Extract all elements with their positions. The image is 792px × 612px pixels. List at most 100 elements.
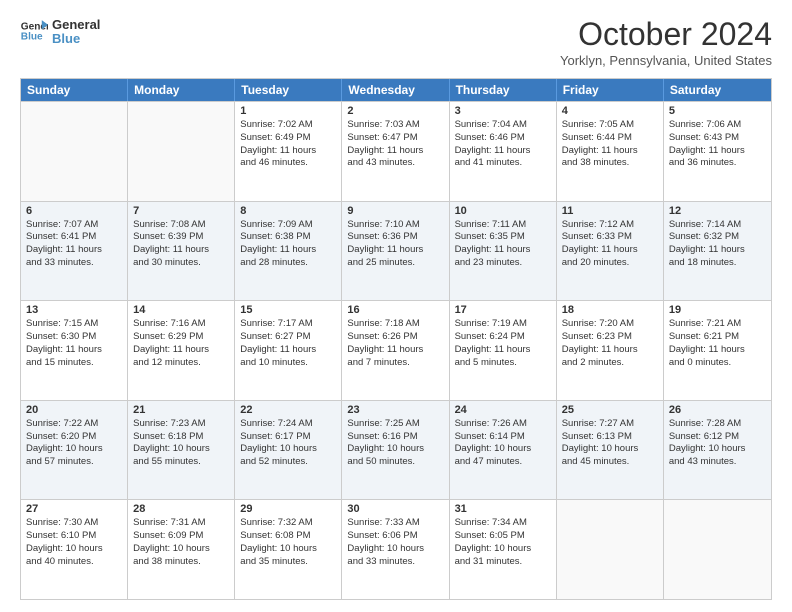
day-number: 11	[562, 205, 658, 217]
cal-cell-r4c2: 29Sunrise: 7:32 AMSunset: 6:08 PMDayligh…	[235, 500, 342, 599]
day-number: 24	[455, 404, 551, 416]
day-number: 3	[455, 105, 551, 117]
calendar-header: SundayMondayTuesdayWednesdayThursdayFrid…	[21, 79, 771, 101]
cal-cell-r3c0: 20Sunrise: 7:22 AMSunset: 6:20 PMDayligh…	[21, 401, 128, 500]
cell-line: Sunset: 6:20 PM	[26, 431, 122, 444]
cell-line: and 38 minutes.	[133, 556, 229, 569]
cell-line: and 0 minutes.	[669, 357, 766, 370]
cell-line: and 12 minutes.	[133, 357, 229, 370]
cell-line: Sunrise: 7:04 AM	[455, 119, 551, 132]
title-block: October 2024 Yorklyn, Pennsylvania, Unit…	[560, 16, 772, 68]
cell-line: Sunset: 6:18 PM	[133, 431, 229, 444]
cal-cell-r3c5: 25Sunrise: 7:27 AMSunset: 6:13 PMDayligh…	[557, 401, 664, 500]
cell-line: and 15 minutes.	[26, 357, 122, 370]
cell-line: Daylight: 10 hours	[240, 443, 336, 456]
cell-line: Sunset: 6:43 PM	[669, 132, 766, 145]
cell-line: and 23 minutes.	[455, 257, 551, 270]
cal-cell-r0c2: 1Sunrise: 7:02 AMSunset: 6:49 PMDaylight…	[235, 102, 342, 201]
cell-line: Sunrise: 7:07 AM	[26, 219, 122, 232]
cal-cell-r4c3: 30Sunrise: 7:33 AMSunset: 6:06 PMDayligh…	[342, 500, 449, 599]
cell-line: Sunset: 6:39 PM	[133, 231, 229, 244]
day-number: 29	[240, 503, 336, 515]
cell-line: Sunset: 6:27 PM	[240, 331, 336, 344]
cal-cell-r4c5	[557, 500, 664, 599]
cal-cell-r2c0: 13Sunrise: 7:15 AMSunset: 6:30 PMDayligh…	[21, 301, 128, 400]
cell-line: Daylight: 11 hours	[669, 145, 766, 158]
day-number: 26	[669, 404, 766, 416]
cell-line: and 36 minutes.	[669, 157, 766, 170]
cell-line: Sunrise: 7:17 AM	[240, 318, 336, 331]
day-number: 15	[240, 304, 336, 316]
cell-line: Daylight: 11 hours	[347, 344, 443, 357]
cal-cell-r2c6: 19Sunrise: 7:21 AMSunset: 6:21 PMDayligh…	[664, 301, 771, 400]
day-number: 21	[133, 404, 229, 416]
day-number: 23	[347, 404, 443, 416]
cell-line: Sunrise: 7:02 AM	[240, 119, 336, 132]
cal-cell-r0c6: 5Sunrise: 7:06 AMSunset: 6:43 PMDaylight…	[664, 102, 771, 201]
cell-line: Daylight: 10 hours	[133, 443, 229, 456]
cell-line: Daylight: 10 hours	[133, 543, 229, 556]
cell-line: and 47 minutes.	[455, 456, 551, 469]
day-number: 9	[347, 205, 443, 217]
cell-line: Sunset: 6:12 PM	[669, 431, 766, 444]
cell-line: Daylight: 10 hours	[347, 443, 443, 456]
day-number: 2	[347, 105, 443, 117]
cal-cell-r0c3: 2Sunrise: 7:03 AMSunset: 6:47 PMDaylight…	[342, 102, 449, 201]
cell-line: Sunset: 6:33 PM	[562, 231, 658, 244]
cell-line: Sunrise: 7:15 AM	[26, 318, 122, 331]
cell-line: Daylight: 10 hours	[26, 443, 122, 456]
logo: General Blue General Blue	[20, 16, 100, 47]
cell-line: and 46 minutes.	[240, 157, 336, 170]
cell-line: and 20 minutes.	[562, 257, 658, 270]
cal-cell-r1c1: 7Sunrise: 7:08 AMSunset: 6:39 PMDaylight…	[128, 202, 235, 301]
cell-line: Sunset: 6:05 PM	[455, 530, 551, 543]
cell-line: Sunset: 6:26 PM	[347, 331, 443, 344]
cell-line: and 52 minutes.	[240, 456, 336, 469]
cal-cell-r3c3: 23Sunrise: 7:25 AMSunset: 6:16 PMDayligh…	[342, 401, 449, 500]
day-number: 10	[455, 205, 551, 217]
calendar: SundayMondayTuesdayWednesdayThursdayFrid…	[20, 78, 772, 600]
cell-line: Sunrise: 7:30 AM	[26, 517, 122, 530]
page: General Blue General Blue October 2024 Y…	[0, 0, 792, 612]
cal-cell-r0c5: 4Sunrise: 7:05 AMSunset: 6:44 PMDaylight…	[557, 102, 664, 201]
cell-line: Sunset: 6:09 PM	[133, 530, 229, 543]
cal-cell-r1c6: 12Sunrise: 7:14 AMSunset: 6:32 PMDayligh…	[664, 202, 771, 301]
cell-line: and 2 minutes.	[562, 357, 658, 370]
day-number: 28	[133, 503, 229, 515]
cell-line: and 40 minutes.	[26, 556, 122, 569]
cell-line: Sunrise: 7:16 AM	[133, 318, 229, 331]
cell-line: Sunset: 6:21 PM	[669, 331, 766, 344]
header-day-friday: Friday	[557, 79, 664, 101]
cell-line: Daylight: 11 hours	[26, 244, 122, 257]
day-number: 25	[562, 404, 658, 416]
cal-cell-r1c3: 9Sunrise: 7:10 AMSunset: 6:36 PMDaylight…	[342, 202, 449, 301]
cal-cell-r4c1: 28Sunrise: 7:31 AMSunset: 6:09 PMDayligh…	[128, 500, 235, 599]
cell-line: Sunrise: 7:06 AM	[669, 119, 766, 132]
cell-line: Sunrise: 7:08 AM	[133, 219, 229, 232]
cal-cell-r3c6: 26Sunrise: 7:28 AMSunset: 6:12 PMDayligh…	[664, 401, 771, 500]
cal-cell-r0c4: 3Sunrise: 7:04 AMSunset: 6:46 PMDaylight…	[450, 102, 557, 201]
day-number: 30	[347, 503, 443, 515]
cell-line: Sunset: 6:30 PM	[26, 331, 122, 344]
cal-cell-r3c1: 21Sunrise: 7:23 AMSunset: 6:18 PMDayligh…	[128, 401, 235, 500]
cell-line: Sunset: 6:14 PM	[455, 431, 551, 444]
cal-cell-r2c3: 16Sunrise: 7:18 AMSunset: 6:26 PMDayligh…	[342, 301, 449, 400]
cell-line: Sunset: 6:23 PM	[562, 331, 658, 344]
calendar-row-2: 13Sunrise: 7:15 AMSunset: 6:30 PMDayligh…	[21, 300, 771, 400]
cell-line: Sunrise: 7:11 AM	[455, 219, 551, 232]
cell-line: Sunrise: 7:27 AM	[562, 418, 658, 431]
header-day-wednesday: Wednesday	[342, 79, 449, 101]
cell-line: Sunrise: 7:26 AM	[455, 418, 551, 431]
cal-cell-r4c4: 31Sunrise: 7:34 AMSunset: 6:05 PMDayligh…	[450, 500, 557, 599]
cell-line: Sunset: 6:38 PM	[240, 231, 336, 244]
cell-line: Sunrise: 7:05 AM	[562, 119, 658, 132]
cell-line: Sunrise: 7:34 AM	[455, 517, 551, 530]
cell-line: Sunset: 6:36 PM	[347, 231, 443, 244]
svg-text:Blue: Blue	[21, 32, 43, 43]
cell-line: Daylight: 11 hours	[455, 344, 551, 357]
cell-line: and 43 minutes.	[347, 157, 443, 170]
day-number: 8	[240, 205, 336, 217]
month-title: October 2024	[560, 16, 772, 53]
cell-line: Sunset: 6:13 PM	[562, 431, 658, 444]
day-number: 22	[240, 404, 336, 416]
